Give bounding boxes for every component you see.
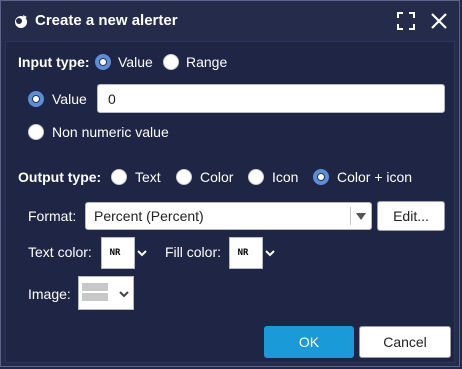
image-placeholder-icon xyxy=(82,283,108,301)
text-color-value: NR xyxy=(109,248,121,258)
format-selected-value: Percent (Percent) xyxy=(94,208,204,224)
maximize-icon[interactable] xyxy=(396,11,416,31)
edit-format-button[interactable]: Edit... xyxy=(377,201,445,231)
create-alerter-dialog: Create a new alerter Input type: Value R… xyxy=(0,0,460,367)
radio-output-color-icon[interactable] xyxy=(313,169,329,185)
title-bar: Create a new alerter xyxy=(1,1,459,41)
radio-output-color[interactable] xyxy=(176,169,192,185)
radio-output-color-label: Color xyxy=(200,169,234,185)
chevron-down-icon xyxy=(356,213,366,220)
radio-output-text-label: Text xyxy=(135,169,161,185)
radio-input-value-label: Value xyxy=(118,54,153,70)
format-label: Format: xyxy=(28,208,77,224)
radio-value-label: Value xyxy=(52,91,87,107)
radio-output-icon-label: Icon xyxy=(272,169,299,185)
input-type-label: Input type: xyxy=(18,54,90,70)
chevron-down-icon xyxy=(265,250,275,257)
radio-input-range-label: Range xyxy=(186,54,228,70)
output-type-label: Output type: xyxy=(18,169,102,185)
text-color-label: Text color: xyxy=(28,244,92,260)
select-divider xyxy=(350,207,351,225)
radio-input-range[interactable] xyxy=(163,54,179,70)
chevron-down-icon xyxy=(119,291,129,298)
alerter-icon xyxy=(15,15,27,28)
value-input[interactable] xyxy=(97,84,445,113)
chevron-down-icon xyxy=(137,250,147,257)
radio-output-text[interactable] xyxy=(111,169,127,185)
text-color-picker[interactable]: NR xyxy=(101,237,147,269)
image-label: Image: xyxy=(28,286,71,302)
dialog-title: Create a new alerter xyxy=(35,12,178,29)
cancel-button[interactable]: Cancel xyxy=(359,326,451,358)
radio-non-numeric-label: Non numeric value xyxy=(52,124,169,140)
ok-button[interactable]: OK xyxy=(264,326,354,358)
radio-output-icon[interactable] xyxy=(248,169,264,185)
radio-output-color-icon-label: Color + icon xyxy=(337,169,413,185)
fill-color-value: NR xyxy=(237,248,249,258)
format-select[interactable]: Percent (Percent) xyxy=(85,202,372,230)
close-icon[interactable] xyxy=(429,11,449,31)
fill-color-label: Fill color: xyxy=(165,244,222,260)
fill-color-picker[interactable]: NR xyxy=(229,237,275,269)
dialog-body: Input type: Value Range Value Non numeri… xyxy=(5,41,455,363)
image-picker[interactable] xyxy=(78,276,134,310)
radio-non-numeric[interactable] xyxy=(28,124,44,140)
radio-value[interactable] xyxy=(28,91,44,107)
radio-input-value[interactable] xyxy=(95,54,111,70)
